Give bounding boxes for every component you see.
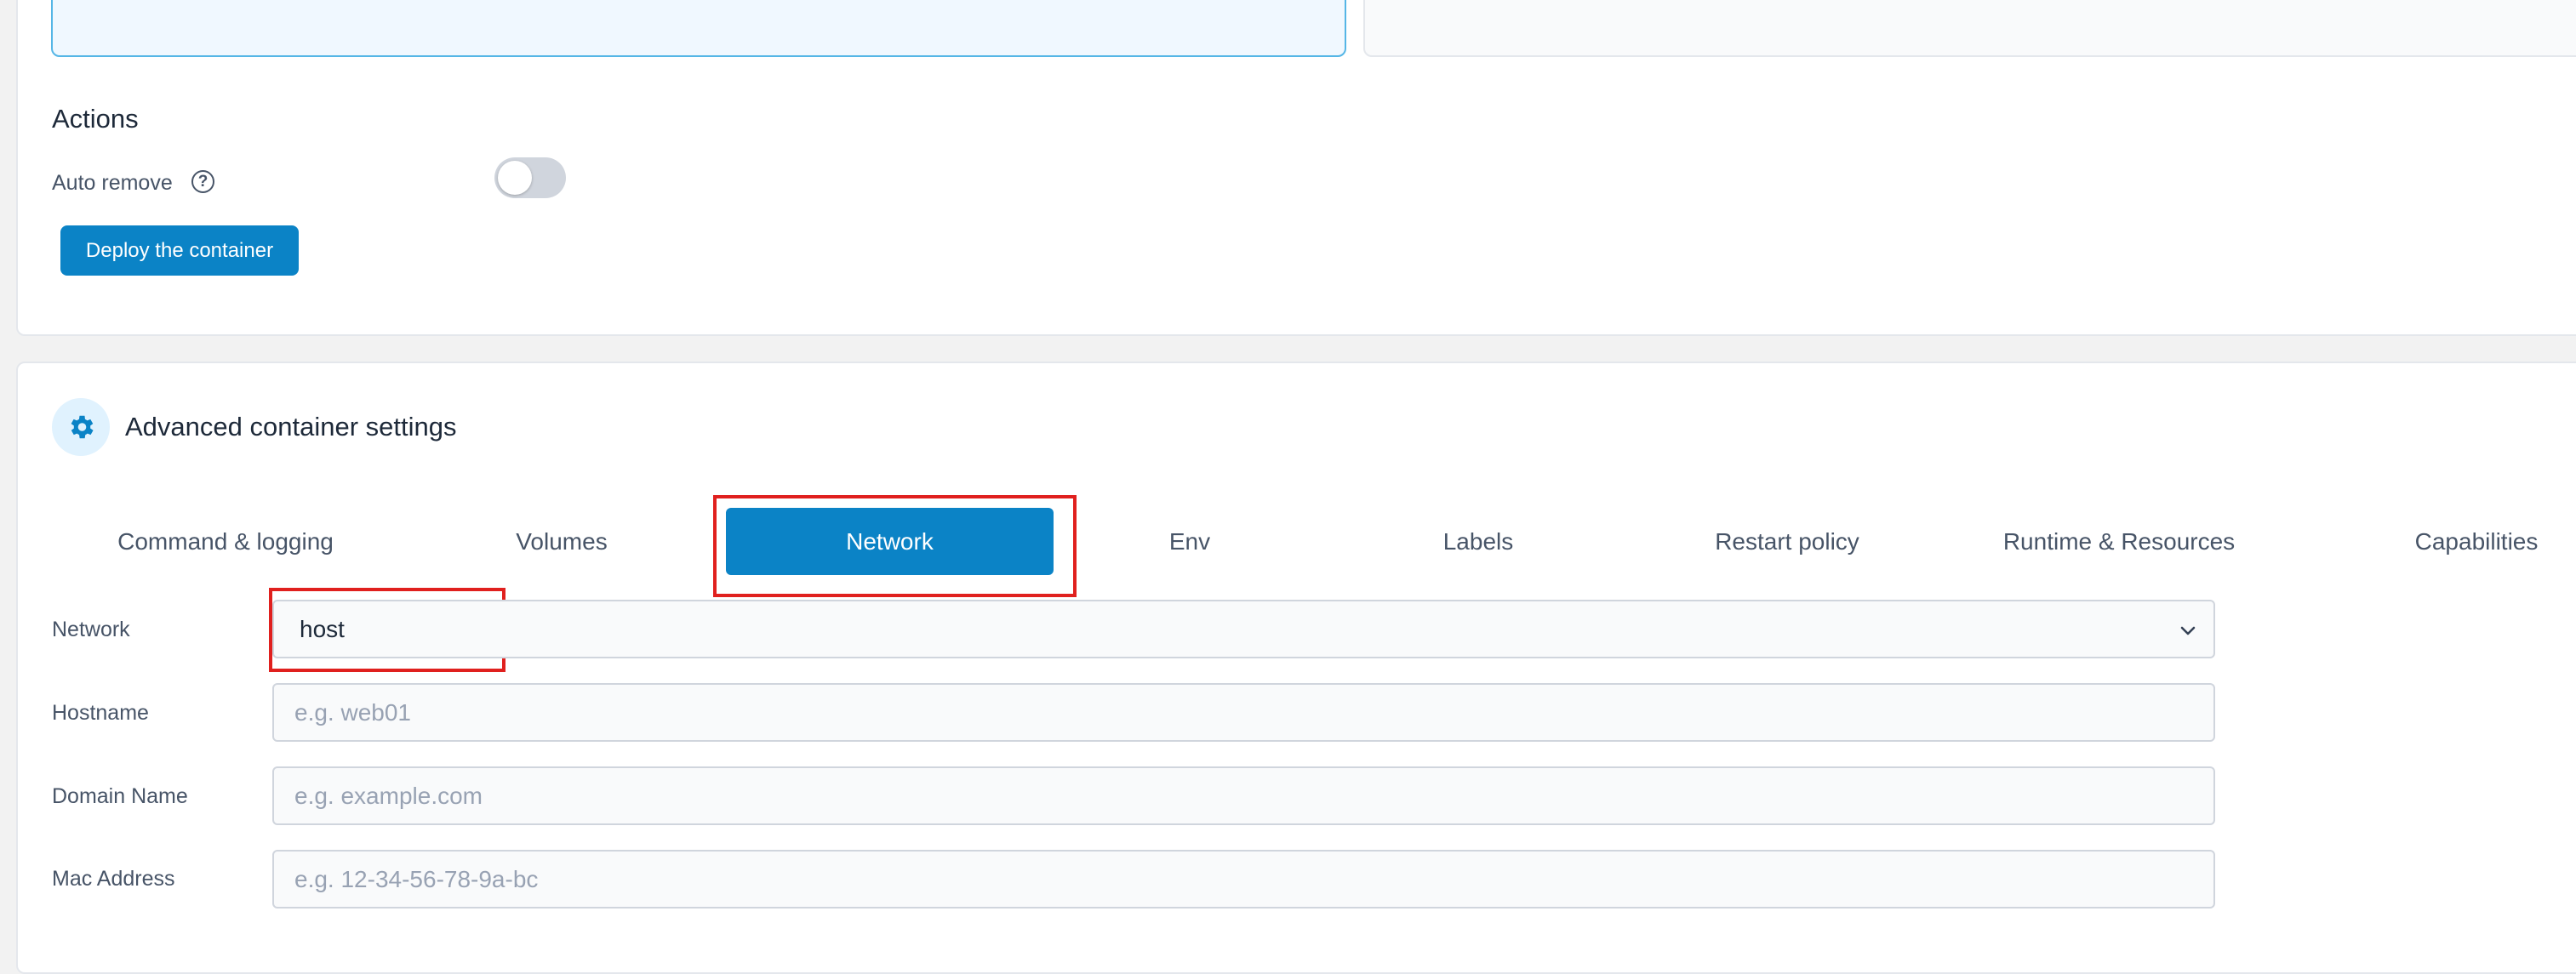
tab-labels[interactable]: Labels (1396, 508, 1561, 575)
option-card[interactable] (1363, 0, 2576, 57)
option-card-selected[interactable] (51, 0, 1346, 57)
tab-env[interactable]: Env (1122, 508, 1258, 575)
toggle-knob (498, 161, 532, 195)
tab-command-logging[interactable]: Command & logging (81, 508, 370, 575)
domain-name-input[interactable] (272, 766, 2215, 825)
gear-icon (52, 398, 110, 456)
auto-remove-toggle[interactable] (494, 157, 566, 198)
tab-runtime-resources[interactable]: Runtime & Resources (1974, 508, 2264, 575)
help-icon[interactable]: ? (191, 170, 214, 193)
hostname-label: Hostname (52, 701, 149, 725)
network-label: Network (52, 618, 130, 641)
network-select[interactable]: host (272, 600, 2215, 658)
tab-network-highlight (713, 495, 1077, 597)
deploy-container-button[interactable]: Deploy the container (60, 225, 299, 276)
hostname-input[interactable] (272, 683, 2215, 742)
chevron-down-icon (2180, 626, 2196, 635)
tab-restart-policy[interactable]: Restart policy (1668, 508, 1906, 575)
mac-address-input[interactable] (272, 850, 2215, 908)
tab-capabilities[interactable]: Capabilities (2383, 508, 2570, 575)
advanced-settings-title: Advanced container settings (125, 412, 457, 441)
mac-address-label: Mac Address (52, 867, 175, 891)
tab-volumes[interactable]: Volumes (460, 508, 664, 575)
auto-remove-label: Auto remove (52, 171, 173, 195)
actions-title: Actions (52, 104, 139, 134)
domain-name-label: Domain Name (52, 784, 188, 808)
network-select-value: host (300, 616, 345, 642)
